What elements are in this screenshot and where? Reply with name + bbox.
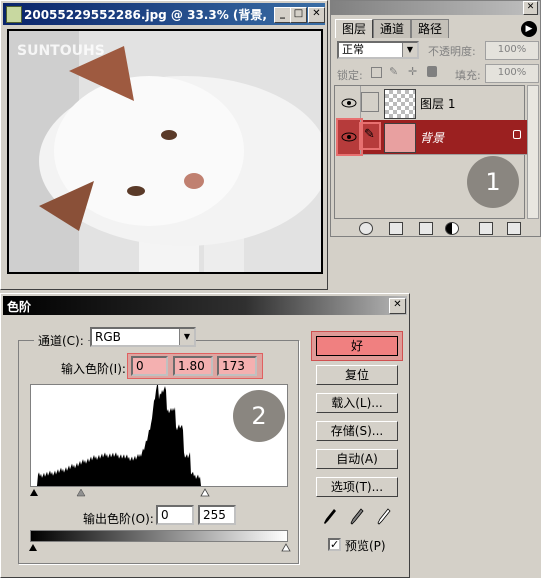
- new-group-icon[interactable]: [419, 222, 433, 235]
- output-white-slider[interactable]: [281, 543, 291, 552]
- layers-scrollbar[interactable]: [527, 85, 539, 219]
- input-white-field[interactable]: 173: [217, 356, 257, 376]
- layer-name: 图层 1: [420, 97, 456, 111]
- lock-icon: [513, 130, 521, 139]
- output-levels-label: 输出色阶(O):: [83, 512, 154, 526]
- tab-layers[interactable]: 图层: [335, 19, 373, 38]
- step-marker-2: 2: [233, 390, 285, 442]
- reset-button[interactable]: 复位: [316, 365, 398, 385]
- lock-all-icon[interactable]: [427, 66, 437, 77]
- white-eyedropper-icon[interactable]: [376, 507, 392, 527]
- channel-select[interactable]: RGB ▼: [90, 327, 196, 347]
- opacity-field[interactable]: 100%: [485, 41, 539, 60]
- dialog-title: 色阶: [7, 300, 32, 314]
- image-file-icon: [6, 6, 22, 23]
- levels-dialog: 色阶 ✕ 通道(C): RGB ▼ 输入色阶(I): 0 1.80 173 2 …: [0, 293, 410, 578]
- layers-list: 图层 1 ✎ 背景 1: [334, 85, 529, 219]
- preview-label: 预览(P): [345, 539, 386, 553]
- output-black-slider[interactable]: [29, 544, 37, 551]
- close-button[interactable]: ✕: [308, 7, 325, 23]
- lock-move-icon[interactable]: ✛: [408, 65, 420, 79]
- cat-photo: SUNTOUHS: [9, 31, 321, 272]
- output-slider-track[interactable]: [26, 542, 292, 552]
- input-slider-track[interactable]: [26, 487, 292, 497]
- layer-name: 背景: [420, 131, 445, 145]
- preview-checkbox[interactable]: ✓: [328, 538, 341, 551]
- input-black-field[interactable]: 0: [131, 356, 168, 376]
- eye-icon[interactable]: [336, 118, 363, 156]
- fill-field[interactable]: 100%: [485, 64, 539, 83]
- panel-title-bar[interactable]: ✕: [331, 1, 540, 15]
- document-title-bar[interactable]: 20055229552286.jpg @ 33.3% (背景, RGB... _…: [3, 3, 325, 25]
- save-button[interactable]: 存储(S)...: [316, 421, 398, 441]
- input-gamma-field[interactable]: 1.80: [173, 356, 213, 376]
- image-canvas[interactable]: SUNTOUHS: [7, 29, 323, 274]
- background-thumbnail: [384, 123, 416, 153]
- blend-mode-value: 正常: [342, 43, 364, 56]
- input-levels-label: 输入色阶(I):: [61, 362, 126, 376]
- layer-mask-icon[interactable]: [389, 222, 403, 235]
- black-point-slider[interactable]: [30, 489, 38, 496]
- layer-row-layer1[interactable]: 图层 1: [338, 86, 529, 121]
- output-white-field[interactable]: 255: [198, 505, 236, 525]
- lock-paint-icon[interactable]: ✎: [389, 65, 401, 79]
- tab-paths[interactable]: 路径: [411, 19, 449, 38]
- link-slot[interactable]: [361, 92, 379, 112]
- brush-icon[interactable]: ✎: [359, 122, 381, 150]
- lock-transparency-icon[interactable]: [371, 67, 382, 78]
- channel-label: 通道(C):: [34, 332, 88, 349]
- layer-row-background[interactable]: ✎ 背景: [336, 118, 529, 156]
- dialog-title-bar[interactable]: 色阶 ✕: [3, 296, 407, 315]
- watermark-text: SUNTOUHS: [17, 43, 105, 59]
- maximize-button[interactable]: □: [290, 7, 307, 23]
- output-gradient: [30, 530, 288, 542]
- chevron-down-icon: ▼: [179, 329, 194, 345]
- close-button[interactable]: ✕: [389, 298, 406, 314]
- layer-style-icon[interactable]: [359, 222, 373, 235]
- step-marker-1: 1: [467, 156, 519, 208]
- document-title: 20055229552286.jpg @ 33.3% (背景, RGB...: [24, 8, 272, 22]
- options-button[interactable]: 选项(T)...: [316, 477, 398, 497]
- fill-label: 填充:: [455, 69, 481, 82]
- blend-mode-select[interactable]: 正常 ▼: [337, 41, 419, 59]
- output-black-field[interactable]: 0: [156, 505, 194, 525]
- white-point-slider[interactable]: [200, 488, 210, 497]
- trash-icon[interactable]: [507, 222, 521, 235]
- auto-button[interactable]: 自动(A): [316, 449, 398, 469]
- new-layer-icon[interactable]: [479, 222, 493, 235]
- ok-button[interactable]: 好: [316, 336, 398, 356]
- gamma-slider[interactable]: [76, 488, 86, 497]
- layer1-thumbnail: [384, 89, 416, 119]
- tab-channels[interactable]: 通道: [373, 19, 411, 38]
- chevron-down-icon: ▼: [402, 43, 417, 57]
- layers-panel: ✕ 图层 通道 路径 ▶ 正常 ▼ 不透明度: 100% 锁定: ✎ ✛ 填充:…: [330, 0, 541, 237]
- load-button[interactable]: 载入(L)...: [316, 393, 398, 413]
- black-eyedropper-icon[interactable]: [322, 507, 338, 527]
- adjustment-layer-icon[interactable]: [445, 222, 459, 235]
- channel-value: RGB: [95, 330, 121, 344]
- lock-label: 锁定:: [337, 69, 363, 82]
- panel-menu-icon[interactable]: ▶: [521, 21, 537, 37]
- opacity-label: 不透明度:: [428, 45, 476, 58]
- panel-close-button[interactable]: ✕: [523, 1, 538, 15]
- minimize-button[interactable]: _: [274, 7, 291, 23]
- eye-icon[interactable]: [338, 86, 361, 120]
- gray-eyedropper-icon[interactable]: [349, 507, 365, 527]
- document-window: 20055229552286.jpg @ 33.3% (背景, RGB... _…: [0, 0, 328, 290]
